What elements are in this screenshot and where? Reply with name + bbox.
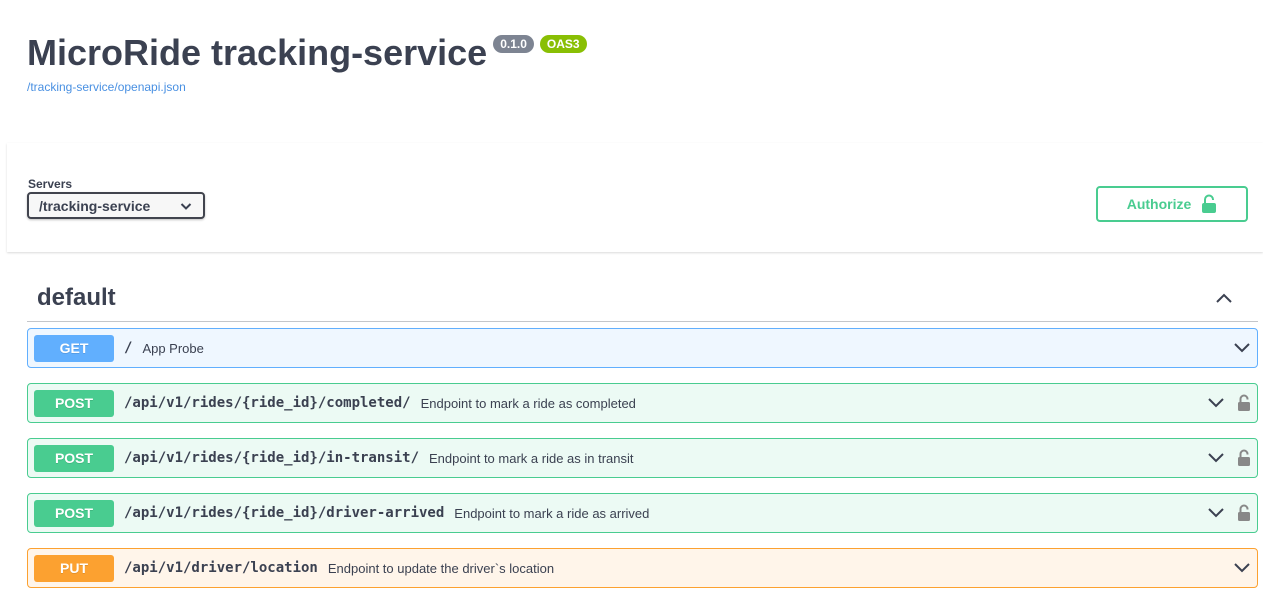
opblock-post-driver-arrived[interactable]: POST /api/v1/rides/{ride_id}/driver-arri… <box>27 493 1258 533</box>
operation-controls <box>1233 342 1251 354</box>
authorize-button[interactable]: Authorize <box>1096 186 1248 222</box>
method-badge: GET <box>34 334 114 362</box>
opblock-post-in-transit[interactable]: POST /api/v1/rides/{ride_id}/in-transit/… <box>27 438 1258 478</box>
operation-summary: Endpoint to mark a ride as completed <box>420 395 636 411</box>
operation-path: /api/v1/rides/{ride_id}/completed/ <box>124 395 411 411</box>
tag-section: default <box>27 275 1258 322</box>
operation-controls <box>1207 449 1251 467</box>
lock-icon[interactable] <box>1237 394 1251 412</box>
chevron-down-icon <box>179 199 193 213</box>
operation-path: /api/v1/driver/location <box>124 560 318 576</box>
chevron-down-icon[interactable] <box>1233 342 1251 354</box>
tag-name: default <box>37 284 116 311</box>
operation-controls <box>1233 562 1251 574</box>
method-badge: POST <box>34 389 114 417</box>
operation-path: /api/v1/rides/{ride_id}/in-transit/ <box>124 450 420 466</box>
lock-icon[interactable] <box>1237 449 1251 467</box>
chevron-down-icon[interactable] <box>1207 452 1225 464</box>
operation-summary: Endpoint to update the driver`s location <box>327 560 555 576</box>
api-info: MicroRide tracking-service 0.1.0 OAS3 /t… <box>27 30 587 94</box>
unlocked-icon <box>1201 194 1217 214</box>
page-title: MicroRide tracking-service <box>27 32 488 73</box>
chevron-up-icon[interactable] <box>1215 292 1233 304</box>
chevron-down-icon[interactable] <box>1207 507 1225 519</box>
opblock-get-root[interactable]: GET / App Probe <box>27 328 1258 368</box>
operation-path: / <box>124 340 133 356</box>
oas-badge: OAS3 <box>539 35 587 53</box>
operation-controls <box>1207 504 1251 522</box>
opblock-put-driver-location[interactable]: PUT /api/v1/driver/location Endpoint to … <box>27 548 1258 588</box>
operation-summary: App Probe <box>142 340 204 356</box>
servers-selected-value: /tracking-service <box>39 197 151 214</box>
scheme-container: Servers /tracking-service Authorize <box>7 143 1263 252</box>
operation-summary: Endpoint to mark a ride as in transit <box>429 450 634 466</box>
chevron-down-icon[interactable] <box>1233 562 1251 574</box>
servers-label: Servers <box>28 177 73 191</box>
operation-path: /api/v1/rides/{ride_id}/driver-arrived <box>124 505 445 521</box>
title-row: MicroRide tracking-service 0.1.0 OAS3 <box>27 30 587 76</box>
method-badge: POST <box>34 444 114 472</box>
chevron-down-icon[interactable] <box>1207 397 1225 409</box>
method-badge: POST <box>34 499 114 527</box>
tag-header-default[interactable]: default <box>27 275 1258 322</box>
operation-controls <box>1207 394 1251 412</box>
opblock-post-completed[interactable]: POST /api/v1/rides/{ride_id}/completed/ … <box>27 383 1258 423</box>
method-badge: PUT <box>34 554 114 582</box>
version-badge: 0.1.0 <box>493 35 534 53</box>
lock-icon[interactable] <box>1237 504 1251 522</box>
authorize-label: Authorize <box>1126 196 1192 212</box>
spec-url-link[interactable]: /tracking-service/openapi.json <box>27 80 587 94</box>
operation-summary: Endpoint to mark a ride as arrived <box>454 505 650 521</box>
servers-select[interactable]: /tracking-service <box>27 192 205 219</box>
